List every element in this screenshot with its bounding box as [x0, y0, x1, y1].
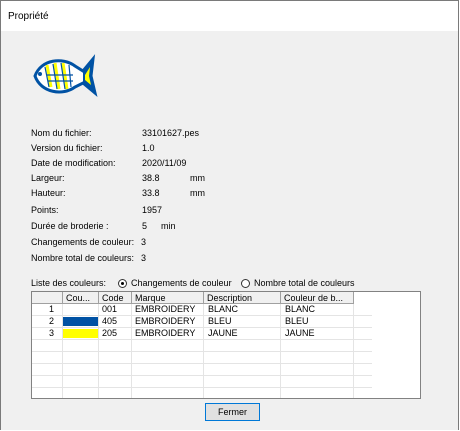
height-label: Hauteur: [31, 188, 66, 198]
stitches-value: 1957 [142, 205, 163, 215]
width-label: Largeur: [31, 173, 65, 183]
thread-color-name: BLANC [285, 304, 316, 314]
width-unit: mm [190, 173, 205, 183]
column-header-number[interactable] [32, 292, 63, 304]
column-header-thread-color[interactable]: Couleur de b... [281, 292, 354, 304]
thread-color-name: JAUNE [285, 328, 315, 338]
thread-description: BLEU [208, 316, 232, 326]
dialog-title: Propriété [8, 11, 49, 22]
column-header-description[interactable]: Description [204, 292, 281, 304]
total-colors-option-label[interactable]: Nombre total de couleurs [254, 278, 355, 288]
properties-dialog: Propriété Nom du fichier: 33101627.pes V… [0, 0, 459, 430]
modified-date-label: Date de modification: [31, 158, 116, 168]
color-changes-radio[interactable] [118, 279, 127, 288]
width-value: 38.8 [142, 173, 160, 183]
column-header-brand[interactable]: Marque [132, 292, 204, 304]
thread-brand: EMBROIDERY [135, 304, 196, 314]
color-list-label: Liste des couleurs: [31, 278, 107, 288]
sew-time-unit: min [161, 221, 176, 231]
thread-brand: EMBROIDERY [135, 316, 196, 326]
total-colors-radio[interactable] [241, 279, 250, 288]
modified-date-value: 2020/11/09 [142, 158, 187, 168]
thread-code: 001 [102, 304, 118, 314]
color-swatch [63, 305, 98, 314]
thread-code: 205 [102, 328, 118, 338]
column-header-code[interactable]: Code [99, 292, 132, 304]
embroidery-preview-image [33, 54, 98, 98]
file-version-value: 1.0 [142, 143, 155, 153]
thread-description: BLANC [208, 304, 239, 314]
file-version-label: Version du fichier: [31, 143, 103, 153]
stitches-label: Points: [31, 205, 59, 215]
thread-color-name: BLEU [285, 316, 309, 326]
thread-description: JAUNE [208, 328, 238, 338]
color-swatch [63, 329, 98, 338]
color-changes-option-label[interactable]: Changements de couleur [131, 278, 232, 288]
total-colors-value: 3 [141, 253, 147, 263]
sew-time-value: 5 [142, 221, 148, 231]
color-changes-value: 3 [141, 237, 147, 247]
row-number: 3 [49, 328, 55, 338]
thread-code: 405 [102, 316, 118, 326]
row-number: 2 [49, 316, 55, 326]
total-colors-label: Nombre total de couleurs: [31, 253, 135, 263]
color-changes-label: Changements de couleur: [31, 237, 135, 247]
thread-brand: EMBROIDERY [135, 328, 196, 338]
height-unit: mm [190, 188, 205, 198]
color-swatch [63, 317, 98, 326]
row-number: 1 [49, 304, 55, 314]
title-bar[interactable]: Propriété [1, 1, 458, 31]
sew-time-label: Durée de broderie : [31, 221, 109, 231]
column-header-color[interactable]: Cou... [63, 292, 99, 304]
height-value: 33.8 [142, 188, 160, 198]
color-table[interactable]: Cou... Code Marque Description Couleur d… [31, 291, 421, 399]
file-name-label: Nom du fichier: [31, 128, 92, 138]
file-name-value: 33101627.pes [142, 128, 200, 138]
close-button[interactable]: Fermer [205, 403, 260, 421]
dialog-body: Nom du fichier: 33101627.pes Version du … [1, 31, 458, 430]
